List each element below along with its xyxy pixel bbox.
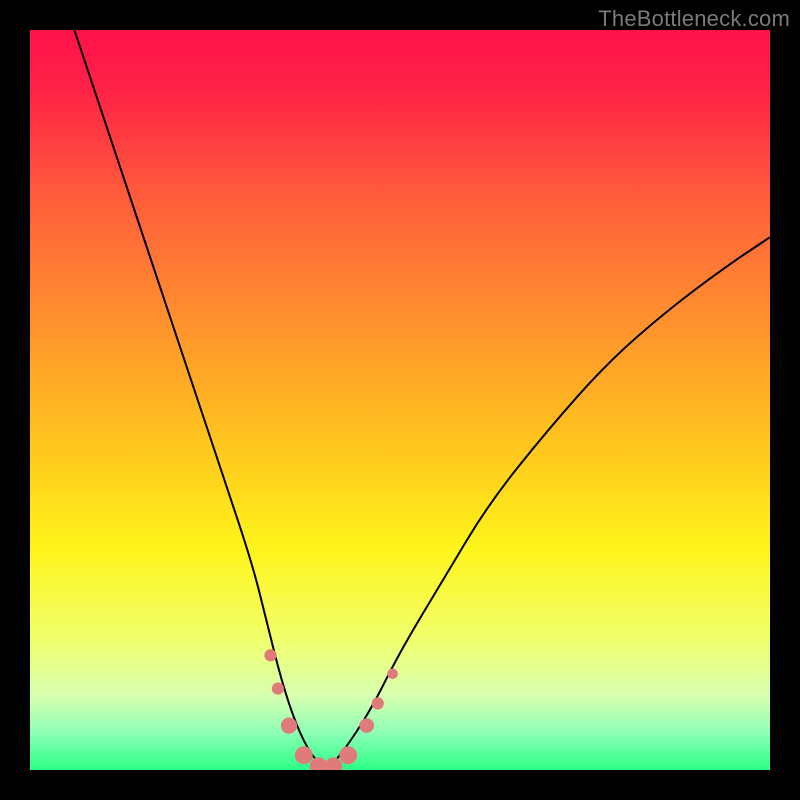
- curve-marker: [339, 746, 357, 764]
- curve-marker: [387, 669, 398, 680]
- gradient-background: [30, 30, 770, 770]
- curve-marker: [281, 717, 297, 733]
- curve-marker: [272, 682, 284, 694]
- curve-marker: [372, 697, 384, 709]
- chart-svg: [30, 30, 770, 770]
- chart-frame: TheBottleneck.com: [0, 0, 800, 800]
- curve-marker: [264, 649, 276, 661]
- curve-marker: [295, 746, 313, 764]
- plot-area: [30, 30, 770, 770]
- watermark-text: TheBottleneck.com: [598, 6, 790, 32]
- curve-marker: [359, 718, 374, 733]
